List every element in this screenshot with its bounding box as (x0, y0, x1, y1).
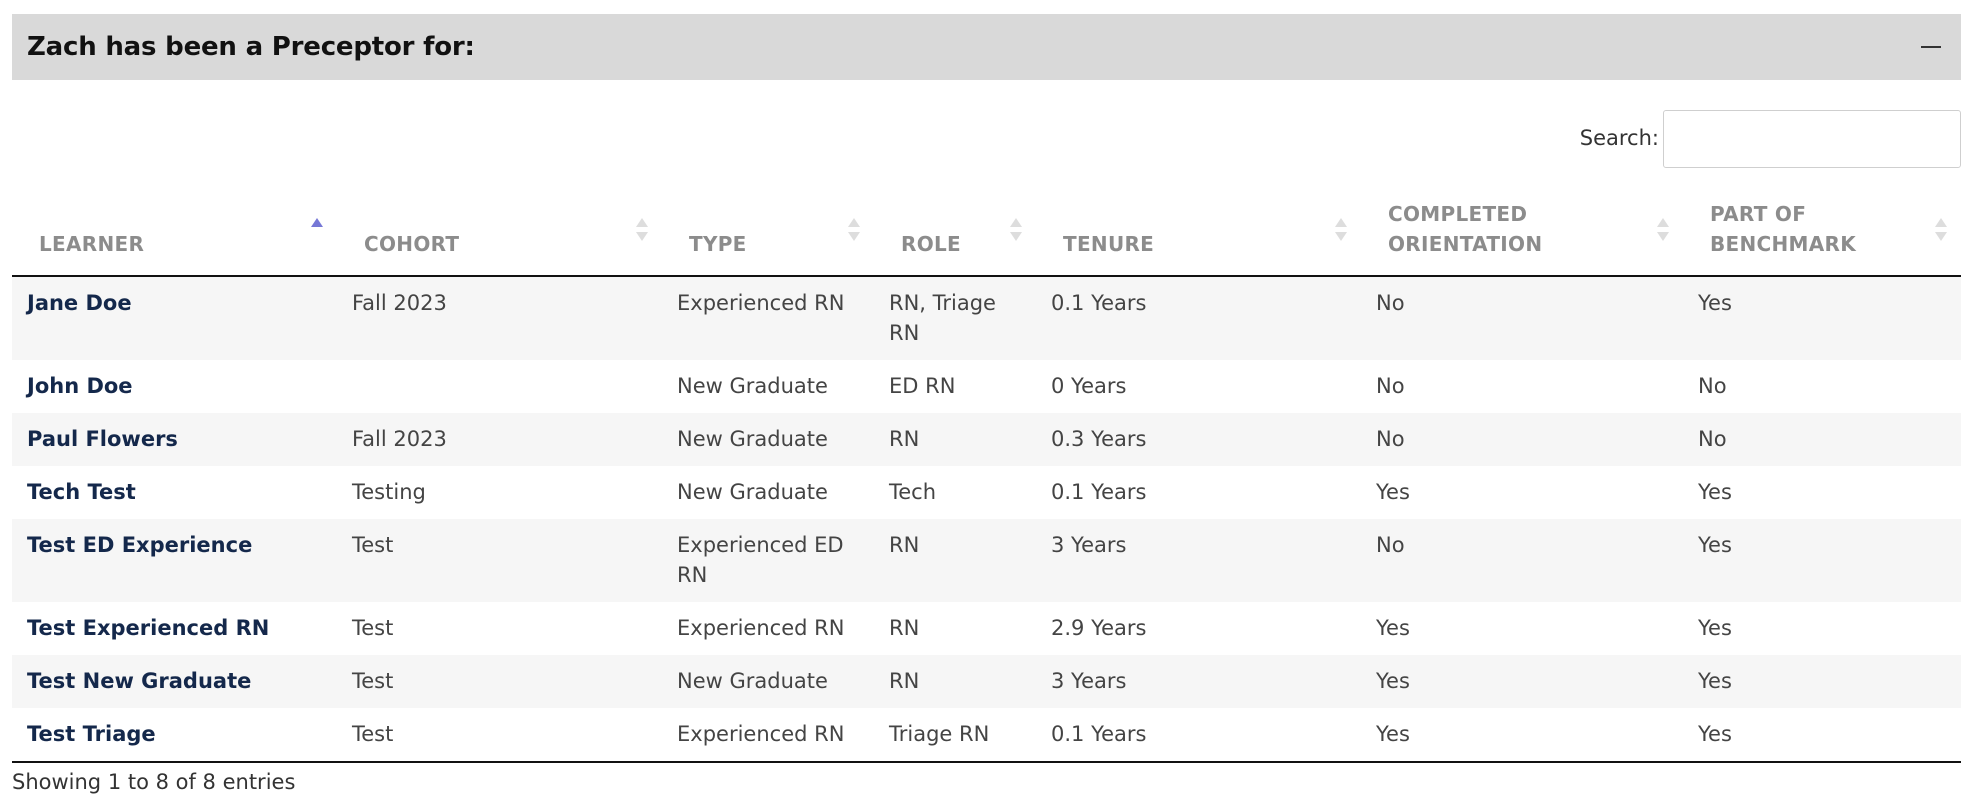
table-row: Test Experienced RN Test Experienced RN RN 2… (12, 602, 1961, 655)
learner-link[interactable]: Test Experienced RN (12, 602, 337, 655)
cell-part-of-benchmark: No (1683, 360, 1961, 413)
table-row: Tech Test Testing New Graduate Tech 0.1 Year… (12, 466, 1961, 519)
table-info: Showing 1 to 8 of 8 entries (12, 770, 296, 794)
cell-tenure: 3 Years (1036, 655, 1361, 708)
cell-cohort: Testing (337, 466, 662, 519)
column-header-label: TYPE (689, 232, 747, 256)
cell-type: New Graduate (662, 655, 874, 708)
sort-icon (636, 218, 648, 244)
cell-role: RN (874, 602, 1036, 655)
sort-icon (1657, 218, 1669, 244)
cell-role: Tech (874, 466, 1036, 519)
learners-table: LEARNER COHORT TYPE ROLE TENURE COMPLETED ORI… (12, 184, 1961, 763)
minus-icon[interactable] (1917, 33, 1945, 61)
cell-part-of-benchmark: Yes (1683, 708, 1961, 763)
sort-icon (1335, 218, 1347, 244)
sort-icon (848, 218, 860, 244)
cell-type: Experienced ED RN (662, 519, 874, 602)
column-header-cohort[interactable]: COHORT (337, 184, 662, 277)
column-header-label: COMPLETED ORIENTATION (1388, 202, 1543, 256)
cell-completed-orientation: No (1361, 276, 1683, 360)
panel-header: Zach has been a Preceptor for: (12, 14, 1961, 80)
sort-icon (1935, 218, 1947, 244)
column-header-label: LEARNER (39, 232, 145, 256)
cell-tenure: 0.1 Years (1036, 276, 1361, 360)
table-row: Paul Flowers Fall 2023 New Graduate RN 0.3 Y… (12, 413, 1961, 466)
cell-completed-orientation: No (1361, 360, 1683, 413)
learner-link[interactable]: Paul Flowers (12, 413, 337, 466)
column-header-part-of-benchmark[interactable]: PART OF BENCHMARK (1683, 184, 1961, 277)
cell-tenure: 0.3 Years (1036, 413, 1361, 466)
search-label: Search: (1579, 126, 1659, 150)
sort-ascending-icon (311, 218, 323, 244)
table-row: John Doe New Graduate ED RN 0 Years No No (12, 360, 1961, 413)
learner-link[interactable]: Tech Test (12, 466, 337, 519)
search-bar: Search: (12, 110, 1961, 172)
learner-link[interactable]: Test ED Experience (12, 519, 337, 602)
column-header-label: PART OF BENCHMARK (1710, 202, 1857, 256)
column-header-completed-orientation[interactable]: COMPLETED ORIENTATION (1361, 184, 1683, 277)
cell-completed-orientation: No (1361, 413, 1683, 466)
cell-role: RN, Triage RN (874, 276, 1036, 360)
cell-role: ED RN (874, 360, 1036, 413)
cell-part-of-benchmark: Yes (1683, 466, 1961, 519)
learner-link[interactable]: John Doe (12, 360, 337, 413)
learner-link[interactable]: Jane Doe (12, 276, 337, 360)
cell-part-of-benchmark: Yes (1683, 276, 1961, 360)
column-header-learner[interactable]: LEARNER (12, 184, 337, 277)
cell-role: RN (874, 413, 1036, 466)
preceptor-panel: Zach has been a Preceptor for: Search: L… (12, 14, 1961, 763)
column-header-tenure[interactable]: TENURE (1036, 184, 1361, 277)
table-row: Test New Graduate Test New Graduate RN 3 Yea… (12, 655, 1961, 708)
table-row: Jane Doe Fall 2023 Experienced RN RN, Triag… (12, 276, 1961, 360)
cell-cohort: Test (337, 519, 662, 602)
cell-cohort: Test (337, 602, 662, 655)
cell-completed-orientation: Yes (1361, 466, 1683, 519)
learner-link[interactable]: Test Triage (12, 708, 337, 763)
cell-tenure: 0.1 Years (1036, 708, 1361, 763)
column-header-label: ROLE (901, 232, 962, 256)
table-row: Test Triage Test Experienced RN Triage RN 0.… (12, 708, 1961, 763)
cell-role: RN (874, 519, 1036, 602)
cell-completed-orientation: Yes (1361, 602, 1683, 655)
cell-type: New Graduate (662, 413, 874, 466)
cell-cohort: Test (337, 708, 662, 763)
cell-completed-orientation: Yes (1361, 708, 1683, 763)
sort-icon (1010, 218, 1022, 244)
cell-part-of-benchmark: Yes (1683, 519, 1961, 602)
cell-completed-orientation: Yes (1361, 655, 1683, 708)
column-header-role[interactable]: ROLE (874, 184, 1036, 277)
cell-type: Experienced RN (662, 602, 874, 655)
cell-type: Experienced RN (662, 276, 874, 360)
cell-type: Experienced RN (662, 708, 874, 763)
table-header-row: LEARNER COHORT TYPE ROLE TENURE COMPLETED ORI… (12, 184, 1961, 277)
cell-tenure: 0.1 Years (1036, 466, 1361, 519)
cell-cohort: Fall 2023 (337, 276, 662, 360)
learner-link[interactable]: Test New Graduate (12, 655, 337, 708)
panel-title: Zach has been a Preceptor for: (27, 32, 475, 62)
cell-cohort (337, 360, 662, 413)
table-body: Jane Doe Fall 2023 Experienced RN RN, Triag… (12, 276, 1961, 763)
cell-tenure: 2.9 Years (1036, 602, 1361, 655)
column-header-type[interactable]: TYPE (662, 184, 874, 277)
cell-part-of-benchmark: No (1683, 413, 1961, 466)
cell-cohort: Fall 2023 (337, 413, 662, 466)
cell-cohort: Test (337, 655, 662, 708)
cell-type: New Graduate (662, 466, 874, 519)
cell-role: RN (874, 655, 1036, 708)
cell-part-of-benchmark: Yes (1683, 602, 1961, 655)
cell-completed-orientation: No (1361, 519, 1683, 602)
cell-part-of-benchmark: Yes (1683, 655, 1961, 708)
column-header-label: COHORT (364, 232, 460, 256)
cell-role: Triage RN (874, 708, 1036, 763)
column-header-label: TENURE (1063, 232, 1155, 256)
cell-tenure: 3 Years (1036, 519, 1361, 602)
cell-tenure: 0 Years (1036, 360, 1361, 413)
cell-type: New Graduate (662, 360, 874, 413)
search-input[interactable] (1663, 110, 1961, 168)
table-row: Test ED Experience Test Experienced ED RN R… (12, 519, 1961, 602)
